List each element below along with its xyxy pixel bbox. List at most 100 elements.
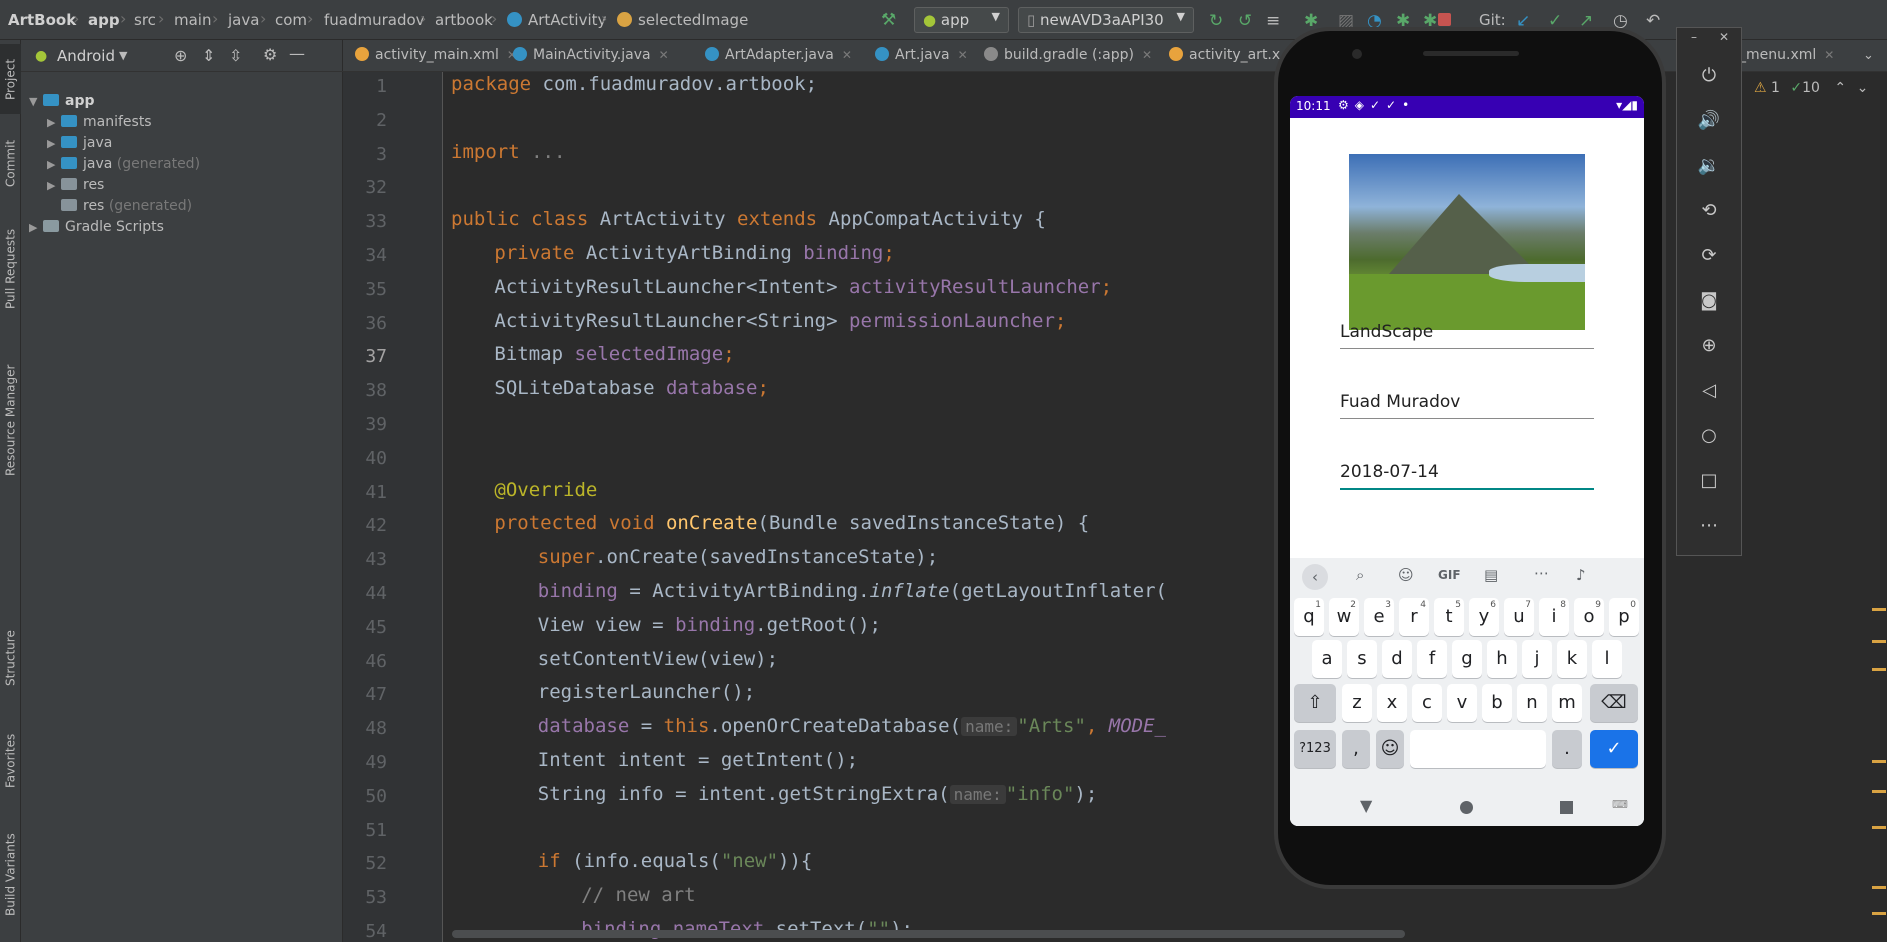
key-i[interactable]: i8 (1539, 598, 1569, 636)
expand-all-icon[interactable]: ⇕ (202, 46, 215, 65)
selected-image[interactable] (1349, 154, 1585, 330)
volume-up-icon[interactable]: 🔊 (1697, 109, 1721, 133)
tab-activity-main-xml[interactable]: activity_main.xml ✕ (355, 47, 517, 63)
more-icon[interactable]: ⋯ (1697, 514, 1721, 538)
tree-item-java[interactable]: ▶ java (47, 132, 112, 154)
keyboard-switch-icon[interactable]: ⌨ (1612, 798, 1628, 811)
error-stripe-mark[interactable] (1872, 640, 1886, 643)
key-z[interactable]: z (1342, 684, 1372, 722)
tree-item-res-generated[interactable]: res (generated) (47, 195, 192, 217)
key-g[interactable]: g (1452, 640, 1482, 678)
error-stripe-mark[interactable] (1872, 668, 1886, 671)
code-line[interactable]: SQLiteDatabase database; (494, 377, 769, 399)
tree-item-app[interactable]: ▼ app (29, 90, 95, 112)
tree-item-java-generated[interactable]: ▶ java (generated) (47, 153, 200, 175)
artist-text-field[interactable]: Fuad Muradov (1340, 392, 1594, 419)
logcat-icon[interactable]: ≡ (1266, 11, 1284, 31)
error-stripe-mark[interactable] (1872, 886, 1886, 889)
key-q[interactable]: q1 (1294, 598, 1324, 636)
key-r[interactable]: r4 (1399, 598, 1429, 636)
tab-art[interactable]: Art.java ✕ (875, 47, 968, 63)
chevron-down-icon[interactable]: ⌄ (1857, 80, 1869, 96)
close-icon[interactable]: ✕ (958, 48, 968, 62)
close-icon[interactable]: ✕ (1824, 48, 1834, 62)
code-line[interactable]: protected void onCreate(Bundle savedInst… (494, 512, 1089, 534)
comma-key[interactable]: , (1342, 730, 1370, 768)
code-line[interactable]: Intent intent = getIntent(); (538, 749, 858, 771)
code-editor[interactable]: package com.fuadmuradov.artbook; import .… (443, 72, 1887, 942)
close-icon[interactable]: ✕ (1719, 30, 1729, 44)
locate-icon[interactable]: ⊕ (174, 46, 187, 65)
tool-window-pull-requests[interactable]: Pull Requests (0, 216, 21, 322)
key-w[interactable]: w2 (1329, 598, 1359, 636)
key-d[interactable]: d (1382, 640, 1412, 678)
back-icon[interactable]: ◁ (1697, 379, 1721, 403)
code-line[interactable]: // new art (581, 884, 695, 906)
breadcrumb-src[interactable]: src (134, 11, 156, 29)
key-e[interactable]: e3 (1364, 598, 1394, 636)
key-b[interactable]: b (1482, 684, 1512, 722)
apply-changes-icon[interactable]: ↻ (1209, 11, 1227, 31)
breadcrumb-project[interactable]: ArtBook (8, 11, 76, 29)
breadcrumb-java[interactable]: java (228, 11, 259, 29)
code-line[interactable]: private ActivityArtBinding binding; (494, 242, 894, 264)
tool-window-structure[interactable]: Structure (0, 618, 21, 698)
tab-art-adapter[interactable]: ArtAdapter.java ✕ (705, 47, 852, 63)
close-icon[interactable]: ✕ (659, 48, 669, 62)
error-stripe-mark[interactable] (1872, 790, 1886, 793)
key-t[interactable]: t5 (1434, 598, 1464, 636)
back-icon[interactable]: ▼ (1360, 796, 1372, 815)
breadcrumb-class[interactable]: ArtActivity (528, 11, 606, 29)
minimize-icon[interactable]: — (289, 44, 305, 63)
key-c[interactable]: c (1412, 684, 1442, 722)
code-line[interactable]: import ... (451, 141, 565, 163)
code-line[interactable]: registerLauncher(); (538, 681, 755, 703)
close-icon[interactable]: ✕ (842, 48, 852, 62)
error-stripe-mark[interactable] (1872, 760, 1886, 763)
rotate-left-icon[interactable]: ⟲ (1697, 199, 1721, 223)
breadcrumb-artbook[interactable]: artbook (435, 11, 493, 29)
code-line[interactable]: if (info.equals("new")){ (538, 850, 813, 872)
home-icon[interactable]: ○ (1697, 424, 1721, 448)
key-l[interactable]: l (1592, 640, 1622, 678)
year-text-field[interactable]: 2018-07-14 (1340, 462, 1594, 490)
symbols-key[interactable]: ?123 (1294, 730, 1336, 768)
debug-icon[interactable]: ✱ (1304, 11, 1322, 31)
tool-window-project[interactable]: Project (0, 44, 21, 114)
device-select[interactable]: ▯ newAVD3aAPI30 ▼ (1018, 7, 1194, 33)
key-a[interactable]: a (1312, 640, 1342, 678)
inspection-widget[interactable]: ⚠ 1 ✓10 ⌃ ⌄ (1754, 80, 1868, 96)
minimize-icon[interactable]: – (1691, 30, 1697, 44)
project-view-select[interactable]: Android (57, 47, 115, 65)
key-o[interactable]: o9 (1574, 598, 1604, 636)
tab-main-activity[interactable]: MainActivity.java ✕ (513, 47, 669, 63)
key-v[interactable]: v (1447, 684, 1477, 722)
horizontal-scrollbar[interactable] (452, 930, 1405, 938)
name-text-field[interactable]: LandScape (1340, 322, 1594, 349)
home-icon[interactable] (1460, 801, 1473, 814)
error-stripe-mark[interactable] (1872, 608, 1886, 611)
backspace-key[interactable]: ⌫ (1590, 684, 1638, 722)
key-y[interactable]: y6 (1469, 598, 1499, 636)
gif-button[interactable]: GIF (1438, 568, 1461, 582)
volume-down-icon[interactable]: 🔉 (1697, 154, 1721, 178)
key-u[interactable]: u7 (1504, 598, 1534, 636)
key-n[interactable]: n (1517, 684, 1547, 722)
code-line[interactable]: database = this.openOrCreateDatabase(nam… (538, 715, 1166, 737)
code-line[interactable]: String info = intent.getStringExtra(name… (538, 783, 1098, 805)
code-line[interactable]: View view = binding.getRoot(); (538, 614, 881, 636)
key-m[interactable]: m (1552, 684, 1582, 722)
microphone-icon[interactable]: ♪ (1576, 566, 1586, 584)
key-x[interactable]: x (1377, 684, 1407, 722)
error-stripe-mark[interactable] (1872, 912, 1886, 915)
tool-window-build-variants[interactable]: Build Variants (0, 820, 21, 930)
tab-list-icon[interactable]: ⌄ (1863, 48, 1874, 63)
code-line[interactable]: ActivityResultLauncher<Intent> activityR… (494, 276, 1112, 298)
rollback-icon[interactable]: ↶ (1646, 11, 1664, 31)
breadcrumb-field[interactable]: selectedImage (638, 11, 748, 29)
key-k[interactable]: k (1557, 640, 1587, 678)
key-p[interactable]: p0 (1609, 598, 1639, 636)
code-line[interactable]: setContentView(view); (538, 648, 778, 670)
tool-window-favorites[interactable]: Favorites (0, 718, 21, 804)
run-config-select[interactable]: ● app ▼ (914, 7, 1009, 33)
